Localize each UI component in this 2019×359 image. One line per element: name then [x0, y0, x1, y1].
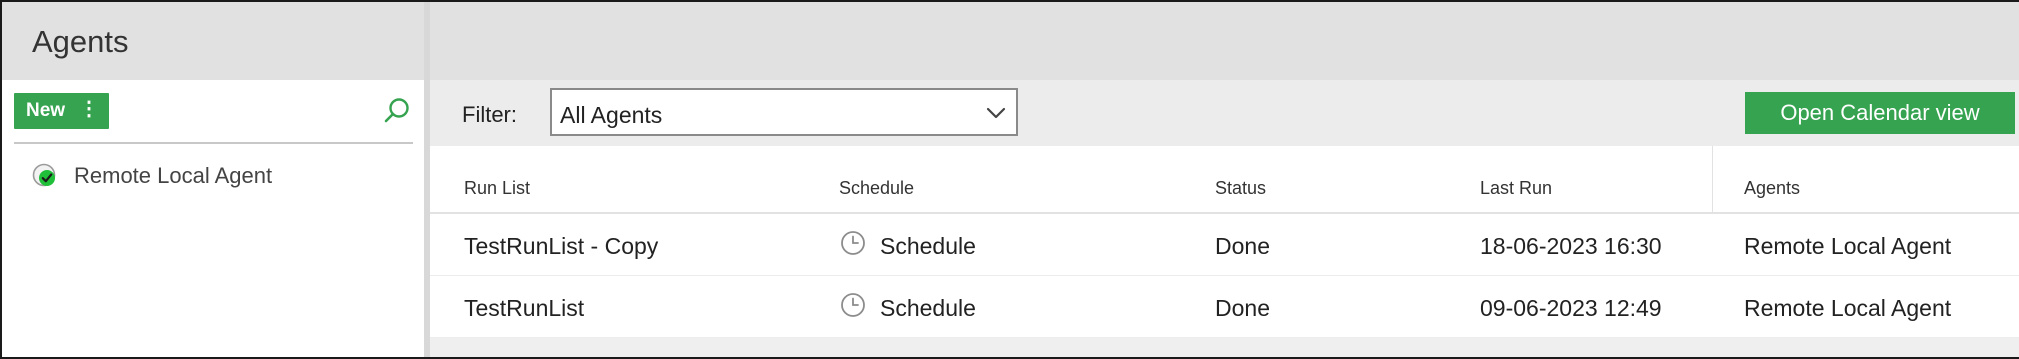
column-header-run-list[interactable]: Run List — [464, 178, 530, 199]
column-header-schedule[interactable]: Schedule — [839, 178, 914, 199]
new-button[interactable]: New ⋮ — [14, 93, 109, 129]
sidebar-item-remote-local-agent[interactable]: Remote Local Agent — [32, 160, 272, 192]
runlist-table: Run List Schedule Status Last Run Agents… — [430, 146, 2019, 357]
filter-dropdown[interactable]: All Agents — [550, 88, 1018, 136]
filter-bar: Filter: All Agents Open Calendar view — [430, 80, 2019, 146]
more-options-icon[interactable]: ⋮ — [79, 99, 99, 119]
cell-schedule: Schedule — [880, 295, 976, 321]
app-window: Agents New ⋮ Remote Local Agent Filter: — [0, 0, 2019, 359]
cell-agents: Remote Local Agent — [1744, 233, 1952, 259]
cell-last-run: 18-06-2023 16:30 — [1480, 233, 1662, 259]
table-row[interactable]: TestRunList - Copy Schedule Done 18-06-2… — [430, 214, 2019, 276]
cell-status: Done — [1215, 233, 1270, 259]
clock-icon — [841, 231, 865, 255]
column-header-status[interactable]: Status — [1215, 178, 1266, 199]
cell-run-list: TestRunList - Copy — [464, 233, 659, 259]
cell-run-list: TestRunList — [464, 295, 585, 321]
filter-selected-value: All Agents — [560, 102, 663, 128]
cell-status: Done — [1215, 295, 1270, 321]
agents-sidebar: Agents New ⋮ Remote Local Agent — [2, 2, 424, 357]
sidebar-header: Agents — [2, 2, 424, 80]
chevron-down-icon — [986, 107, 1006, 119]
filter-label: Filter: — [462, 102, 517, 127]
table-row[interactable]: TestRunList Schedule Done 09-06-2023 12:… — [430, 276, 2019, 338]
column-divider — [1712, 146, 1713, 214]
new-button-label: New — [26, 100, 66, 121]
sidebar-item-label: Remote Local Agent — [74, 163, 273, 188]
column-header-agents[interactable]: Agents — [1744, 178, 1800, 199]
table-header: Run List Schedule Status Last Run Agents — [430, 146, 2019, 214]
sidebar-title: Agents — [32, 24, 129, 59]
cell-schedule: Schedule — [880, 233, 976, 259]
open-calendar-view-button[interactable]: Open Calendar view — [1745, 92, 2015, 134]
agent-online-icon — [32, 163, 56, 187]
table-footer — [430, 338, 2019, 357]
clock-icon — [841, 293, 865, 317]
sidebar-divider — [14, 142, 413, 144]
cell-agents: Remote Local Agent — [1744, 295, 1952, 321]
column-header-last-run[interactable]: Last Run — [1480, 178, 1552, 199]
cell-last-run: 09-06-2023 12:49 — [1480, 295, 1662, 321]
main-panel: Filter: All Agents Open Calendar view Ru… — [430, 2, 2019, 357]
search-icon[interactable] — [382, 96, 412, 126]
main-header — [430, 2, 2019, 80]
